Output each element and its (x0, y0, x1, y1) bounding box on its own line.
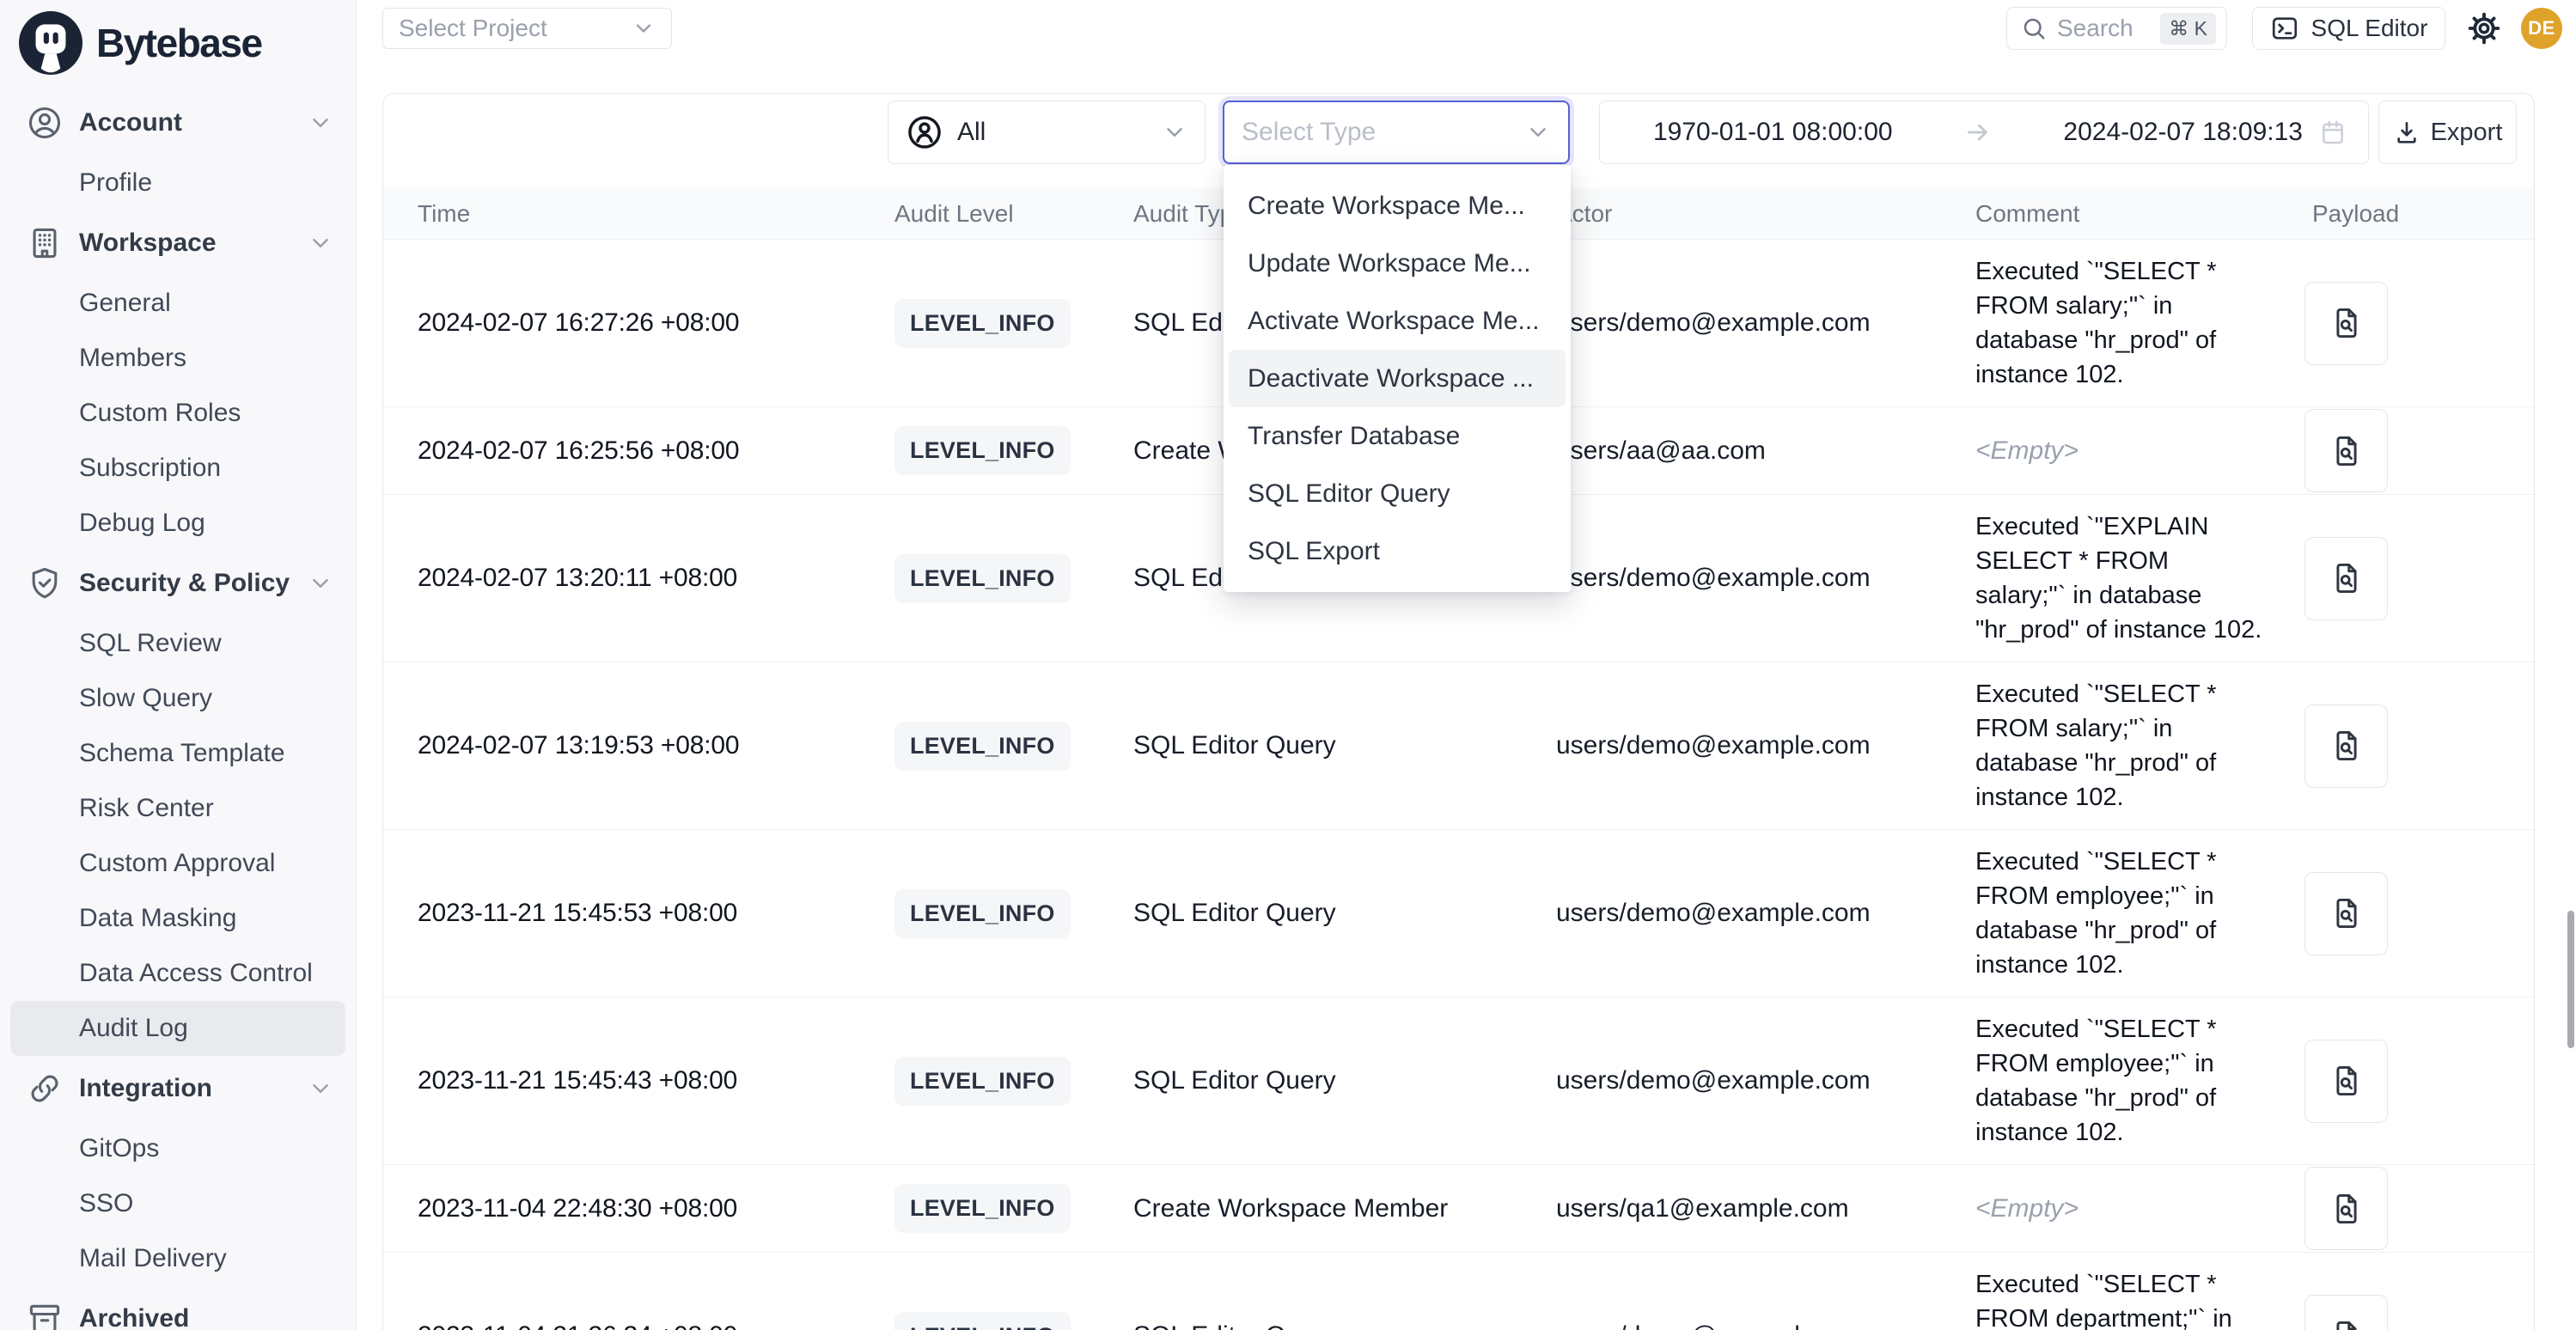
table-row: 2023-11-04 22:48:30 +08:00 LEVEL_INFO Cr… (383, 1165, 2534, 1253)
table-row: 2024-02-07 13:19:53 +08:00 LEVEL_INFO SQ… (383, 662, 2534, 830)
sidebar-item-custom-roles[interactable]: Custom Roles (0, 386, 356, 441)
scrollbar[interactable] (2567, 911, 2574, 1048)
sidebar-item-debug-log[interactable]: Debug Log (0, 496, 356, 551)
sidebar-item-account[interactable]: Account (0, 95, 356, 150)
chevron-down-icon (308, 570, 333, 596)
archive-icon (26, 1300, 64, 1330)
column-header-actor: Actor (1556, 200, 1975, 228)
date-to[interactable]: 2024-02-07 18:09:13 (2063, 118, 2303, 147)
sidebar-item-members[interactable]: Members (0, 331, 356, 386)
sidebar-item-gitops[interactable]: GitOps (0, 1121, 356, 1176)
sidebar-item-data-access-control[interactable]: Data Access Control (0, 946, 356, 1001)
menu-item-update-workspace-member[interactable]: Update Workspace Me... (1224, 235, 1571, 292)
sidebar-item-slow-query[interactable]: Slow Query (0, 671, 356, 726)
sidebar-item-sql-review[interactable]: SQL Review (0, 616, 356, 671)
user-circle-icon (26, 104, 64, 142)
chevron-down-icon (308, 230, 333, 256)
building-icon (26, 224, 64, 262)
sidebar-item-security-policy[interactable]: Security & Policy (0, 556, 356, 611)
payload-view-button[interactable] (2304, 1295, 2388, 1330)
sidebar-item-workspace[interactable]: Workspace (0, 216, 356, 271)
chevron-down-icon (308, 110, 333, 136)
payload-view-button[interactable] (2304, 872, 2388, 955)
type-select-dropdown: Create Workspace Me... Update Workspace … (1224, 165, 1571, 592)
actor-filter-select[interactable]: All (888, 101, 1206, 164)
link-icon (26, 1070, 64, 1107)
sidebar-item-archived[interactable]: Archived (0, 1291, 356, 1330)
payload-view-button[interactable] (2304, 705, 2388, 788)
sidebar-item-general[interactable]: General (0, 276, 356, 331)
column-header-payload: Payload (2292, 200, 2534, 228)
sidebar-item-integration[interactable]: Integration (0, 1061, 356, 1116)
menu-item-sql-export[interactable]: SQL Export (1224, 522, 1571, 580)
audit-level-badge: LEVEL_INFO (894, 722, 1071, 771)
topbar-right: Search ⌘ K SQL Editor (2006, 7, 2562, 50)
arrow-right-icon (1893, 119, 2064, 146)
column-header-time: Time (383, 200, 894, 228)
calendar-icon (2318, 118, 2347, 147)
audit-level-badge: LEVEL_INFO (894, 1184, 1071, 1233)
avatar[interactable]: DE (2521, 8, 2562, 49)
table-row: 2023-11-21 15:45:43 +08:00 LEVEL_INFO SQ… (383, 998, 2534, 1165)
topbar: Select Project Search ⌘ K (357, 0, 2576, 57)
sidebar: Bytebase Account Profile (0, 0, 357, 1330)
export-button[interactable]: Export (2378, 101, 2517, 164)
menu-item-deactivate-workspace-member[interactable]: Deactivate Workspace ... (1229, 350, 1566, 407)
brand-logo[interactable]: Bytebase (0, 0, 356, 86)
search-input[interactable]: Search ⌘ K (2006, 7, 2227, 50)
terminal-icon (2270, 14, 2299, 43)
audit-level-badge: LEVEL_INFO (894, 426, 1071, 475)
keyboard-shortcut-badge: ⌘ K (2160, 13, 2216, 45)
sidebar-item-risk-center[interactable]: Risk Center (0, 781, 356, 836)
menu-item-create-workspace-member[interactable]: Create Workspace Me... (1224, 177, 1571, 235)
sidebar-item-profile[interactable]: Profile (0, 156, 356, 210)
column-header-comment: Comment (1975, 200, 2292, 228)
menu-item-sql-editor-query[interactable]: SQL Editor Query (1224, 465, 1571, 522)
sidebar-item-custom-approval[interactable]: Custom Approval (0, 836, 356, 891)
app-root: Bytebase Account Profile (0, 0, 2576, 1330)
chevron-down-icon (632, 16, 656, 40)
main-area: Select Project Search ⌘ K (357, 0, 2576, 1330)
sidebar-item-data-masking[interactable]: Data Masking (0, 891, 356, 946)
user-icon (906, 113, 943, 151)
search-icon (2021, 15, 2047, 41)
date-from[interactable]: 1970-01-01 08:00:00 (1653, 118, 1893, 147)
payload-view-button[interactable] (2304, 282, 2388, 365)
date-range-picker[interactable]: 1970-01-01 08:00:00 2024-02-07 18:09:13 (1599, 101, 2369, 164)
sidebar-item-schema-template[interactable]: Schema Template (0, 726, 356, 781)
payload-view-button[interactable] (2304, 409, 2388, 492)
sidebar-item-sso[interactable]: SSO (0, 1176, 356, 1231)
table-row: 2023-11-21 15:45:53 +08:00 LEVEL_INFO SQ… (383, 830, 2534, 998)
audit-level-badge: LEVEL_INFO (894, 889, 1071, 938)
sql-editor-button[interactable]: SQL Editor (2252, 7, 2445, 50)
chevron-down-icon (308, 1076, 333, 1101)
sidebar-item-subscription[interactable]: Subscription (0, 441, 356, 496)
download-icon (2393, 119, 2420, 146)
payload-view-button[interactable] (2304, 1040, 2388, 1123)
audit-level-badge: LEVEL_INFO (894, 1312, 1071, 1330)
brand-name: Bytebase (96, 20, 262, 66)
sidebar-item-audit-log[interactable]: Audit Log (10, 1001, 345, 1056)
menu-item-activate-workspace-member[interactable]: Activate Workspace Me... (1224, 292, 1571, 350)
type-filter-select[interactable]: Select Type (1223, 101, 1570, 164)
table-row: 2023-11-04 21:26:34 +08:00 LEVEL_INFO SQ… (383, 1253, 2534, 1330)
project-select[interactable]: Select Project (382, 8, 672, 49)
sidebar-item-mail-delivery[interactable]: Mail Delivery (0, 1231, 356, 1286)
chevron-down-icon (1162, 119, 1187, 145)
payload-view-button[interactable] (2304, 1167, 2388, 1250)
audit-level-badge: LEVEL_INFO (894, 1057, 1071, 1106)
bytebase-logo-icon (19, 11, 82, 75)
column-header-audit-level: Audit Level (894, 200, 1133, 228)
shield-check-icon (26, 564, 64, 602)
gear-icon[interactable] (2466, 10, 2502, 46)
payload-view-button[interactable] (2304, 537, 2388, 620)
audit-level-badge: LEVEL_INFO (894, 554, 1071, 603)
menu-item-transfer-database[interactable]: Transfer Database (1224, 407, 1571, 465)
chevron-down-icon (1525, 119, 1551, 145)
audit-level-badge: LEVEL_INFO (894, 299, 1071, 348)
sidebar-nav: Account Profile Workspace (0, 86, 356, 1330)
